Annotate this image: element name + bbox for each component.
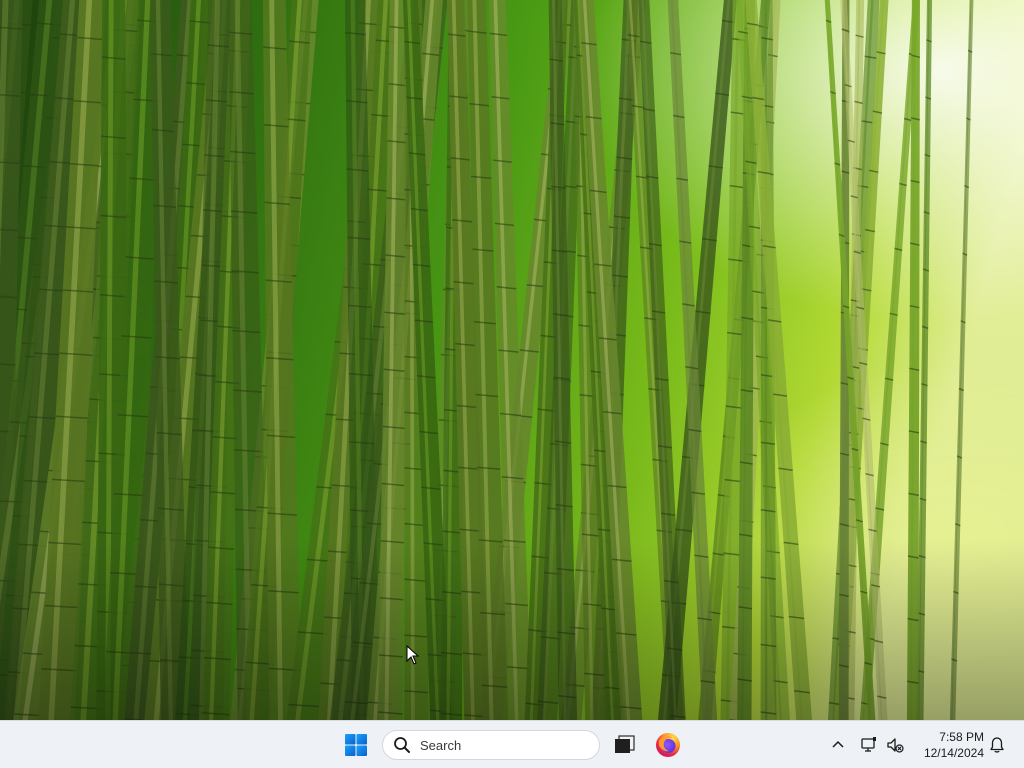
firefox-taskbar-button[interactable]: [652, 729, 684, 761]
show-hidden-icons-button[interactable]: [828, 733, 848, 757]
search-placeholder: Search: [420, 737, 462, 753]
volume-muted-icon: [887, 738, 904, 753]
task-view-icon: [615, 735, 635, 753]
network-button[interactable]: [858, 733, 880, 757]
search-box[interactable]: Search: [382, 730, 600, 760]
start-button[interactable]: [340, 729, 372, 761]
clock-time: 7:58 PM: [939, 730, 984, 744]
chevron-up-icon: [832, 740, 844, 748]
search-icon: [392, 735, 412, 755]
taskbar: Search 7:58 PM 12/14/2024: [0, 720, 1024, 768]
clock[interactable]: 7:58 PM 12/14/2024: [912, 728, 984, 762]
bell-icon: [990, 737, 1004, 753]
bamboo-forest-wallpaper: [0, 0, 1024, 720]
volume-button[interactable]: [884, 733, 906, 757]
network-icon: [861, 737, 876, 752]
mouse-cursor-icon: [406, 645, 420, 665]
clock-date: 12/14/2024: [923, 746, 984, 760]
desktop[interactable]: [0, 0, 1024, 720]
task-view-button[interactable]: [608, 729, 640, 761]
notification-button[interactable]: [986, 733, 1008, 757]
windows-logo-icon: [345, 734, 367, 756]
firefox-icon: [656, 733, 680, 757]
